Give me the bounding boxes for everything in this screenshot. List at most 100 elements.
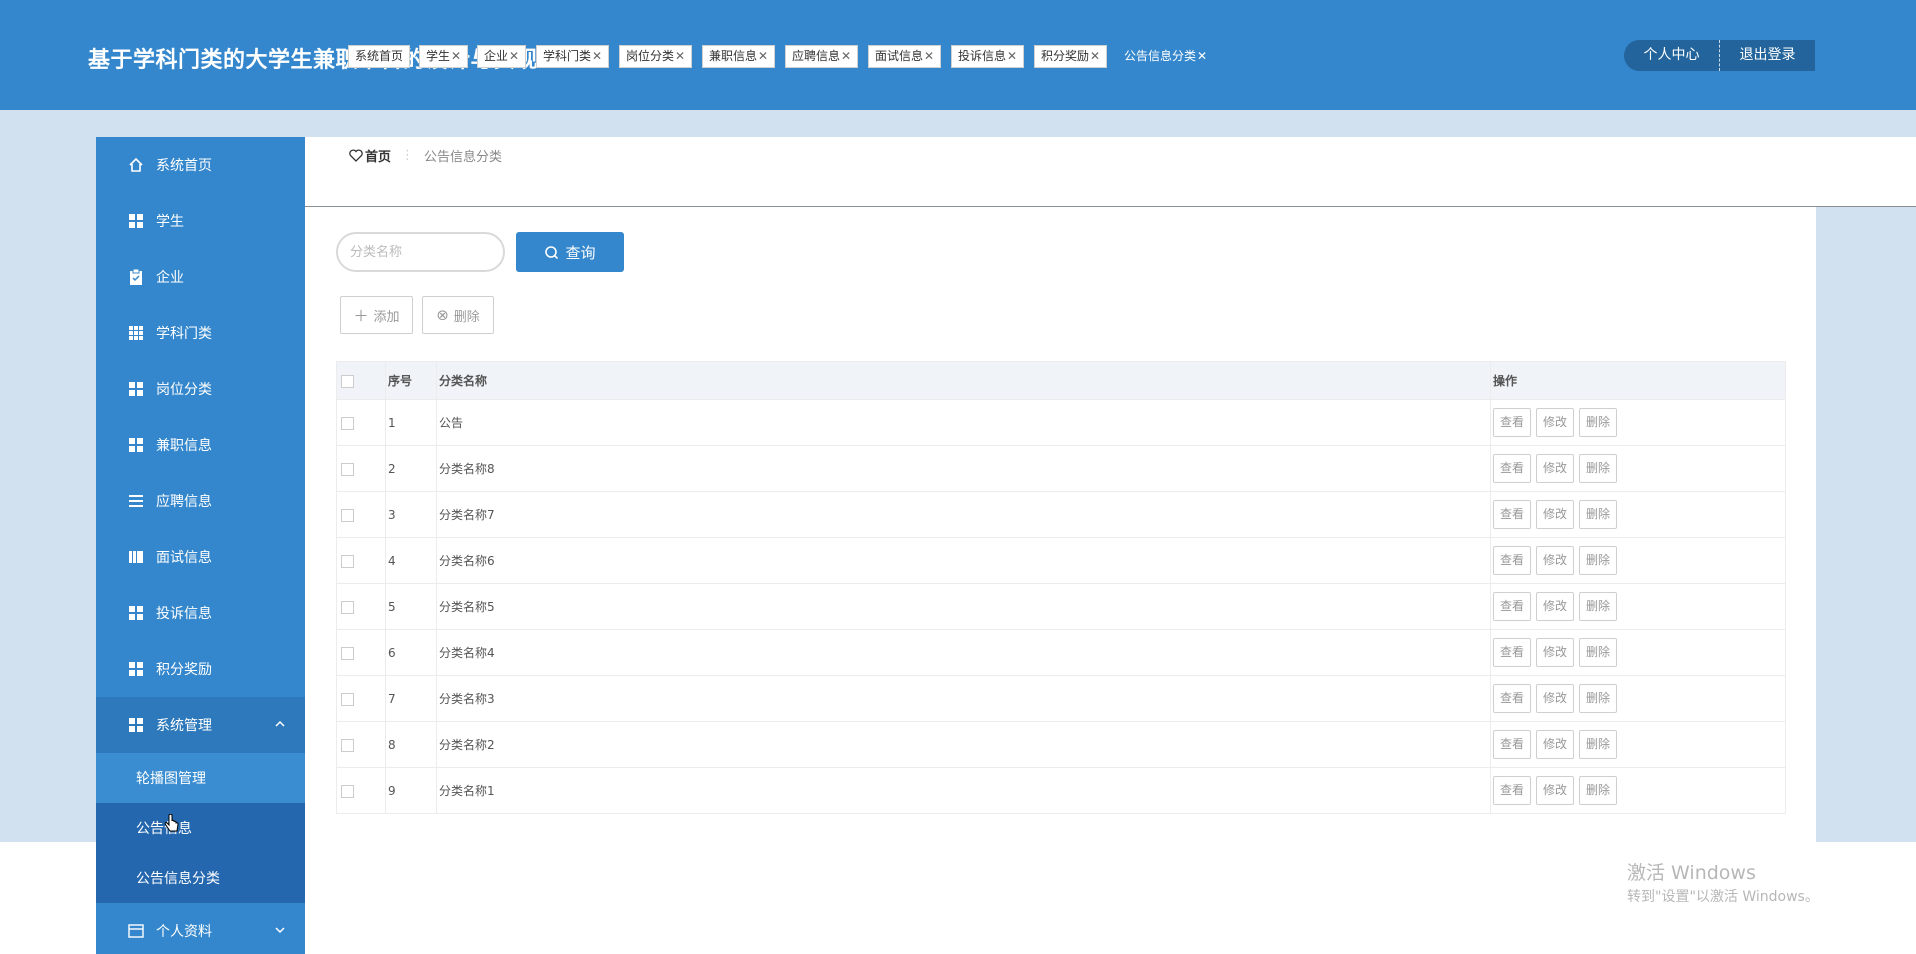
sidebar-item-profile[interactable]: 个人资料 — [96, 903, 305, 954]
sidebar: 系统首页 学生 企业 学科门类 岗位分类 兼职信息 应聘信息 面试信息 投诉信息… — [96, 137, 305, 954]
view-button[interactable]: 查看 — [1493, 684, 1531, 713]
edit-button[interactable]: 修改 — [1536, 546, 1574, 575]
tab-part-time-jobs[interactable]: 兼职信息✕ — [702, 45, 776, 68]
view-button[interactable]: 查看 — [1493, 592, 1531, 621]
row-checkbox[interactable] — [341, 508, 354, 522]
tab-complaints[interactable]: 投诉信息✕ — [951, 45, 1025, 68]
row-select-cell — [336, 583, 386, 630]
edit-button[interactable]: 修改 — [1536, 730, 1574, 759]
row-delete-button[interactable]: 删除 — [1579, 500, 1617, 529]
edit-button[interactable]: 修改 — [1536, 684, 1574, 713]
sidebar-item-complaints[interactable]: 投诉信息 — [96, 585, 305, 641]
close-icon[interactable]: ✕ — [592, 49, 602, 63]
row-checkbox[interactable] — [341, 462, 354, 476]
view-button[interactable]: 查看 — [1493, 638, 1531, 667]
close-icon[interactable]: ✕ — [924, 49, 934, 63]
chevron-down-icon — [273, 923, 287, 937]
sidebar-item-applications[interactable]: 应聘信息 — [96, 473, 305, 529]
row-checkbox[interactable] — [341, 784, 354, 798]
sidebar-item-enterprise[interactable]: 企业 — [96, 249, 305, 305]
row-delete-button[interactable]: 删除 — [1579, 776, 1617, 805]
row-checkbox[interactable] — [341, 738, 354, 752]
sidebar-item-interviews[interactable]: 面试信息 — [96, 529, 305, 585]
close-icon[interactable]: ✕ — [1090, 49, 1100, 63]
tab-label: 面试信息 — [875, 49, 924, 63]
sidebar-item-label: 兼职信息 — [156, 438, 212, 454]
row-checkbox[interactable] — [341, 692, 354, 706]
view-button[interactable]: 查看 — [1493, 546, 1531, 575]
row-delete-button[interactable]: 删除 — [1579, 546, 1617, 575]
sidebar-item-part-time-jobs[interactable]: 兼职信息 — [96, 417, 305, 473]
close-icon[interactable]: ✕ — [509, 49, 519, 63]
view-button[interactable]: 查看 — [1493, 408, 1531, 437]
search-input[interactable] — [336, 232, 505, 272]
view-button[interactable]: 查看 — [1493, 500, 1531, 529]
tab-home[interactable]: 系统首页 — [348, 45, 411, 68]
edit-button[interactable]: 修改 — [1536, 500, 1574, 529]
row-select-cell — [336, 629, 386, 676]
tab-points-rewards[interactable]: 积分奖励✕ — [1034, 45, 1108, 68]
tab-interviews[interactable]: 面试信息✕ — [868, 45, 942, 68]
sidebar-item-system-management[interactable]: 系统管理 — [96, 697, 305, 753]
row-checkbox[interactable] — [341, 646, 354, 660]
table-row: 9 分类名称1 查看 修改 删除 — [336, 767, 1786, 814]
row-delete-button[interactable]: 删除 — [1579, 408, 1617, 437]
row-delete-button[interactable]: 删除 — [1579, 684, 1617, 713]
close-icon[interactable]: ✕ — [1007, 49, 1017, 63]
row-checkbox[interactable] — [341, 416, 354, 430]
delete-button[interactable]: ⊗ 删除 — [422, 296, 494, 334]
sidebar-subitem-carousel[interactable]: 轮播图管理 — [96, 753, 305, 803]
search-button[interactable]: 查询 — [516, 232, 624, 272]
sidebar-item-disciplines[interactable]: 学科门类 — [96, 305, 305, 361]
close-icon[interactable]: ✕ — [841, 49, 851, 63]
row-select-cell — [336, 721, 386, 768]
close-icon[interactable]: ✕ — [451, 49, 461, 63]
personal-center-button[interactable]: 个人中心 — [1624, 40, 1719, 71]
row-checkbox[interactable] — [341, 600, 354, 614]
row-index: 6 — [385, 629, 437, 676]
view-button[interactable]: 查看 — [1493, 454, 1531, 483]
sidebar-item-label: 应聘信息 — [156, 494, 212, 510]
edit-button[interactable]: 修改 — [1536, 454, 1574, 483]
sidebar-item-home[interactable]: 系统首页 — [96, 137, 305, 193]
tab-job-categories[interactable]: 岗位分类✕ — [619, 45, 693, 68]
row-select-cell — [336, 491, 386, 538]
grid-icon — [128, 661, 144, 677]
edit-button[interactable]: 修改 — [1536, 592, 1574, 621]
tab-applications[interactable]: 应聘信息✕ — [785, 45, 859, 68]
sidebar-subitem-announcement-categories[interactable]: 公告信息分类 — [96, 853, 305, 903]
close-icon[interactable]: ✕ — [758, 49, 768, 63]
row-index: 8 — [385, 721, 437, 768]
tab-label: 学生 — [426, 49, 451, 63]
row-select-cell — [336, 537, 386, 584]
logout-button[interactable]: 退出登录 — [1719, 40, 1815, 71]
row-delete-button[interactable]: 删除 — [1579, 638, 1617, 667]
edit-button[interactable]: 修改 — [1536, 408, 1574, 437]
sidebar-item-job-categories[interactable]: 岗位分类 — [96, 361, 305, 417]
row-delete-button[interactable]: 删除 — [1579, 730, 1617, 759]
close-icon[interactable]: ✕ — [1197, 49, 1207, 63]
sidebar-item-students[interactable]: 学生 — [96, 193, 305, 249]
breadcrumb-home[interactable]: 首页 — [349, 146, 391, 165]
add-button[interactable]: ＋ 添加 — [340, 296, 413, 334]
row-ops: 查看 修改 删除 — [1490, 491, 1786, 538]
tab-students[interactable]: 学生✕ — [419, 45, 469, 68]
sidebar-subitem-announcements[interactable]: 公告信息 — [96, 803, 305, 853]
edit-button[interactable]: 修改 — [1536, 638, 1574, 667]
edit-button[interactable]: 修改 — [1536, 776, 1574, 805]
close-icon[interactable]: ✕ — [675, 49, 685, 63]
row-delete-button[interactable]: 删除 — [1579, 454, 1617, 483]
row-delete-button[interactable]: 删除 — [1579, 592, 1617, 621]
row-name: 分类名称1 — [436, 767, 1491, 814]
tab-enterprise[interactable]: 企业✕ — [477, 45, 527, 68]
select-all-checkbox[interactable] — [341, 374, 354, 388]
view-button[interactable]: 查看 — [1493, 730, 1531, 759]
row-checkbox[interactable] — [341, 554, 354, 568]
row-name: 分类名称4 — [436, 629, 1491, 676]
view-button[interactable]: 查看 — [1493, 776, 1531, 805]
data-table: 序号 分类名称 操作 1 公告 查看 修改 删除 2 分类名称8 查看 修改 删除 3 分类名称7 查看… — [336, 361, 1786, 814]
tab-announcement-categories[interactable]: 公告信息分类✕ — [1117, 45, 1215, 68]
tab-disciplines[interactable]: 学科门类✕ — [536, 45, 610, 68]
row-ops: 查看 修改 删除 — [1490, 399, 1786, 446]
sidebar-item-points-rewards[interactable]: 积分奖励 — [96, 641, 305, 697]
